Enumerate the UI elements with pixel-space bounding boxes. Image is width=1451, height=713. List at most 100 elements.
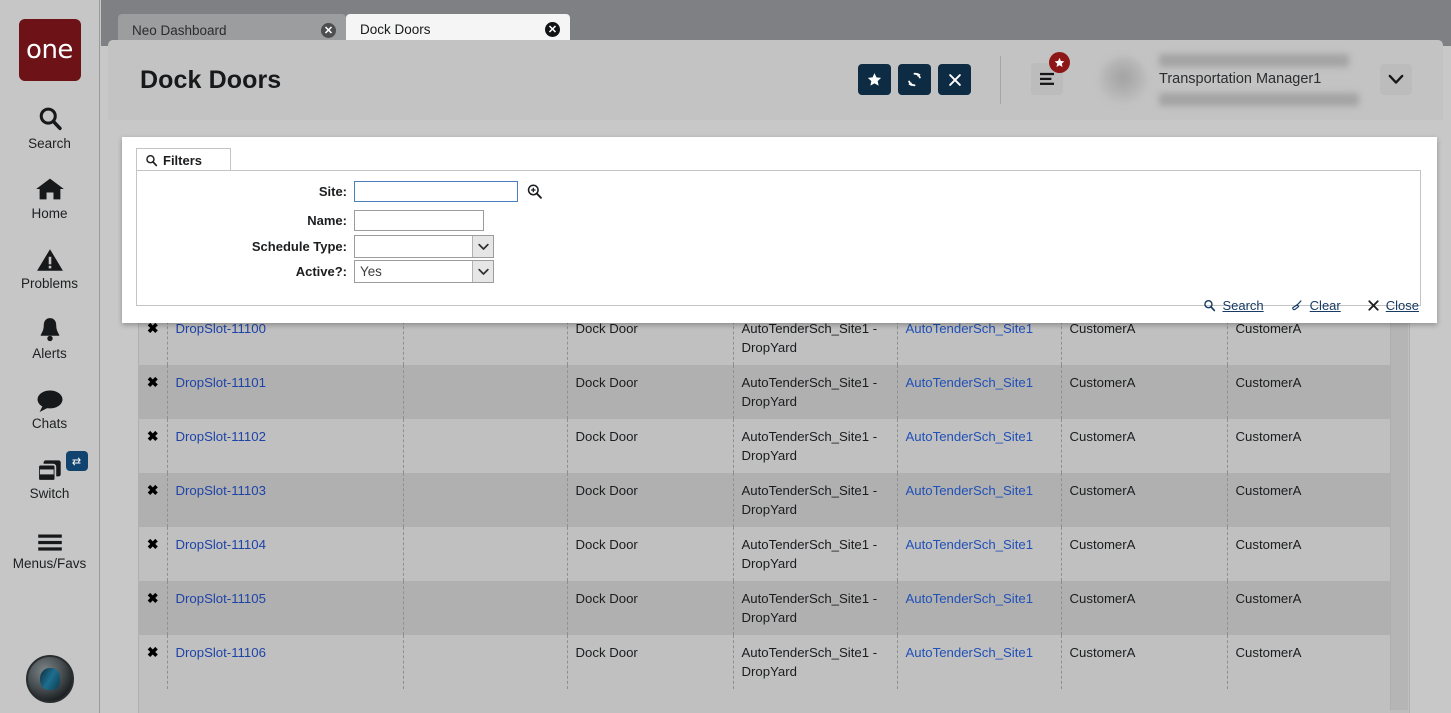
table-row[interactable]: ✖DropSlot-11105Dock DoorAutoTenderSch_Si… [139,581,1392,635]
sidebar-item-label: Problems [21,276,78,291]
cell-name: DropSlot-11101 [167,365,403,419]
sidebar-item-switch[interactable]: ⇄ Switch [0,453,100,501]
site-input[interactable] [354,181,518,202]
cell-blank [403,365,567,419]
global-sidebar: one Search Home Problems Alerts [0,0,100,713]
cell-schedule-link: AutoTenderSch_Site1 [897,635,1061,689]
table-row[interactable]: ✖DropSlot-11101Dock DoorAutoTenderSch_Si… [139,365,1392,419]
user-profile[interactable]: Transportation Manager1 [1093,52,1423,108]
assistant-avatar[interactable] [26,655,74,703]
schedule-link[interactable]: AutoTenderSch_Site1 [906,537,1034,552]
cell-blank [403,473,567,527]
filter-close-link[interactable]: Close [1367,298,1419,313]
sidebar-item-problems[interactable]: Problems [0,243,100,291]
filter-search-label: Search [1222,298,1263,313]
row-remove-icon[interactable]: ✖ [139,581,167,635]
bell-icon [37,313,63,343]
dock-door-link[interactable]: DropSlot-11100 [176,321,266,336]
active-value: Yes [355,264,472,279]
sidebar-item-search[interactable]: Search [0,103,100,151]
chevron-down-icon[interactable] [472,261,493,282]
site-label: Site: [137,184,354,199]
cell-schedule: AutoTenderSch_Site1 - DropYard [733,419,897,473]
schedule-link[interactable]: AutoTenderSch_Site1 [906,429,1034,444]
cell-type: Dock Door [567,581,733,635]
dock-door-link[interactable]: DropSlot-11106 [176,645,266,660]
schedule-link[interactable]: AutoTenderSch_Site1 [906,645,1034,660]
schedule-type-select[interactable] [354,235,494,258]
header-divider [1000,56,1001,104]
row-remove-icon[interactable]: ✖ [139,473,167,527]
schedule-link[interactable]: AutoTenderSch_Site1 [906,375,1034,390]
table-row[interactable]: ✖ DropSlot-11103 Dock Door AutoTenderSch_Si… [139,473,1392,527]
name-input[interactable] [354,210,484,231]
dock-door-link[interactable]: DropSlot-11101 [176,375,266,390]
sidebar-item-alerts[interactable]: Alerts [0,313,100,361]
dock-door-link[interactable]: DropSlot-11103 [176,483,266,498]
filter-search-link[interactable]: Search [1203,298,1263,313]
filter-row-name: Name: [137,210,484,231]
refresh-button[interactable] [898,64,931,95]
close-page-button[interactable] [938,64,971,95]
cell-customer-1: CustomerA [1061,527,1227,581]
chevron-down-icon[interactable] [472,236,493,257]
row-remove-icon[interactable]: ✖ [139,527,167,581]
cell-type: Dock Door [567,473,733,527]
dock-door-link[interactable]: DropSlot-11105 [176,591,266,606]
menu-favorite-badge[interactable] [1049,52,1070,73]
site-lookup-icon[interactable] [526,183,543,200]
scrollbar-thumb[interactable] [1390,312,1408,710]
cell-name: DropSlot-11105 [167,581,403,635]
sidebar-item-menus-favs[interactable]: Menus/Favs [0,523,100,571]
table-row[interactable]: ✖DropSlot-11102Dock DoorAutoTenderSch_Si… [139,419,1392,473]
user-menu-button[interactable] [1380,64,1412,95]
row-remove-icon[interactable]: ✖ [139,635,167,689]
switch-badge-glyph: ⇄ [72,455,81,468]
sidebar-item-label: Chats [32,416,67,431]
filter-clear-label: Clear [1310,298,1341,313]
schedule-link[interactable]: AutoTenderSch_Site1 [906,591,1034,606]
row-remove-icon[interactable]: ✖ [139,365,167,419]
active-label: Active?: [137,264,354,279]
cell-blank [403,419,567,473]
filters-tab[interactable]: Filters [136,148,231,171]
filter-clear-link[interactable]: Clear [1290,298,1341,313]
cell-blank [403,581,567,635]
table-vertical-scrollbar[interactable]: ▼ [1390,312,1408,713]
cell-customer-2: CustomerA [1227,635,1392,689]
dock-door-link[interactable]: DropSlot-11104 [176,537,266,552]
brand-text: one [26,35,73,65]
application-window: one Search Home Problems Alerts [0,0,1451,713]
favorite-button[interactable] [858,64,891,95]
hamburger-icon [35,523,65,553]
cell-schedule: AutoTenderSch_Site1 - DropYard [733,527,897,581]
active-select[interactable]: Yes [354,260,494,283]
row-remove-icon[interactable]: ✖ [139,419,167,473]
filter-row-schedule-type: Schedule Type: [137,235,494,258]
cell-schedule: AutoTenderSch_Site1 - DropYard [733,581,897,635]
table-row[interactable]: ✖DropSlot-11104Dock DoorAutoTenderSch_Si… [139,527,1392,581]
cell-customer-2: CustomerA [1227,473,1392,527]
tab-close-icon[interactable]: ✕ [545,22,560,37]
tab-close-icon[interactable]: ✕ [321,23,336,38]
user-org-redacted [1159,93,1359,106]
schedule-link[interactable]: AutoTenderSch_Site1 [906,321,1034,336]
sidebar-item-label: Search [28,136,71,151]
cell-schedule-link: AutoTenderSch_Site1 [897,365,1061,419]
dock-door-link[interactable]: DropSlot-11102 [176,429,266,444]
cell-schedule-link: AutoTenderSch_Site1 [897,527,1061,581]
sidebar-item-chats[interactable]: Chats [0,383,100,431]
sidebar-item-home[interactable]: Home [0,173,100,221]
cell-customer-2: CustomerA [1227,365,1392,419]
table-row[interactable]: ✖DropSlot-11106Dock DoorAutoTenderSch_Si… [139,635,1392,689]
chevron-down-icon [1388,74,1404,85]
one-network-logo[interactable]: one [19,19,81,81]
tab-label: Dock Doors [360,22,531,37]
dock-doors-table: ✖DropSlot-11100Dock DoorAutoTenderSch_Si… [138,300,1410,713]
filters-tab-label: Filters [163,153,202,168]
switch-badge-icon[interactable]: ⇄ [66,451,88,471]
table-body: ✖DropSlot-11100Dock DoorAutoTenderSch_Si… [139,311,1393,689]
refresh-icon [906,71,923,88]
star-icon [867,72,882,87]
schedule-link[interactable]: AutoTenderSch_Site1 [906,483,1034,498]
